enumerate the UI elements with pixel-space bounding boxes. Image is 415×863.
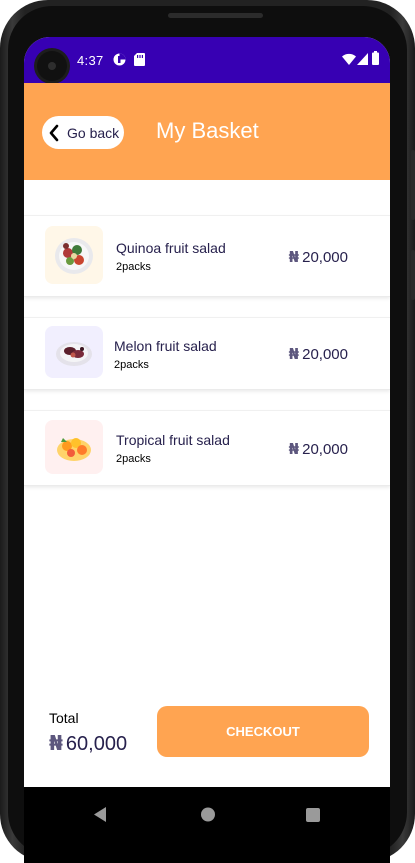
page-title: My Basket (156, 118, 259, 143)
quinoa-salad-image (55, 238, 93, 274)
item-price-value: 20,000 (302, 249, 348, 266)
basket-item[interactable]: Tropical fruit salad 2packs ₦ 20,000 (24, 410, 390, 486)
go-back-label: Go back (67, 124, 120, 141)
back-nav-icon[interactable] (92, 806, 108, 828)
chevron-left-icon (49, 124, 59, 141)
product-thumbnail (45, 326, 103, 378)
melon-salad-image (56, 342, 92, 366)
data-saver-icon (113, 53, 126, 71)
speaker-grille (168, 13, 263, 18)
tropical-salad-image (57, 438, 91, 461)
naira-symbol: ₦ (49, 731, 63, 755)
total-label: Total (49, 710, 79, 726)
wifi-icon (342, 52, 356, 70)
status-time: 4:37 (77, 53, 104, 68)
system-nav-bar (24, 787, 390, 863)
status-bar: 4:37 (24, 37, 390, 83)
total-amount: ₦ 60,000 (49, 731, 127, 756)
power-button (411, 250, 415, 300)
product-thumbnail (45, 420, 103, 474)
item-name: Melon fruit salad (114, 338, 217, 354)
naira-symbol: ₦ (288, 248, 300, 266)
basket-item[interactable]: Melon fruit salad 2packs ₦ 20,000 (24, 317, 390, 390)
sd-card-icon (134, 53, 145, 71)
go-back-button[interactable]: Go back (42, 116, 124, 149)
app-header: Go back My Basket (24, 83, 390, 180)
total-amount-value: 60,000 (65, 733, 128, 755)
naira-symbol: ₦ (288, 345, 300, 363)
home-nav-icon[interactable] (200, 806, 216, 828)
item-packs: 2packs (116, 261, 151, 273)
screen: 4:37 Go back My Basket Quinoa fruit sala… (24, 37, 390, 863)
item-packs: 2packs (116, 453, 151, 465)
cell-signal-icon (357, 52, 368, 70)
item-price-value: 20,000 (302, 346, 348, 363)
volume-button (411, 150, 415, 220)
recents-nav-icon[interactable] (305, 806, 321, 828)
item-name: Tropical fruit salad (116, 432, 230, 448)
checkout-button[interactable]: CHECKOUT (157, 706, 369, 757)
item-price: ₦ 20,000 (289, 248, 348, 266)
basket-item[interactable]: Quinoa fruit salad 2packs ₦ 20,000 (24, 215, 390, 297)
front-camera (37, 51, 67, 81)
battery-icon (372, 51, 379, 70)
item-name: Quinoa fruit salad (116, 240, 226, 256)
item-price-value: 20,000 (302, 441, 348, 458)
item-price: ₦ 20,000 (289, 440, 348, 458)
naira-symbol: ₦ (288, 440, 300, 458)
item-price: ₦ 20,000 (289, 345, 348, 363)
product-thumbnail (45, 226, 103, 284)
item-packs: 2packs (114, 359, 149, 371)
phone-frame: 4:37 Go back My Basket Quinoa fruit sala… (0, 0, 415, 863)
